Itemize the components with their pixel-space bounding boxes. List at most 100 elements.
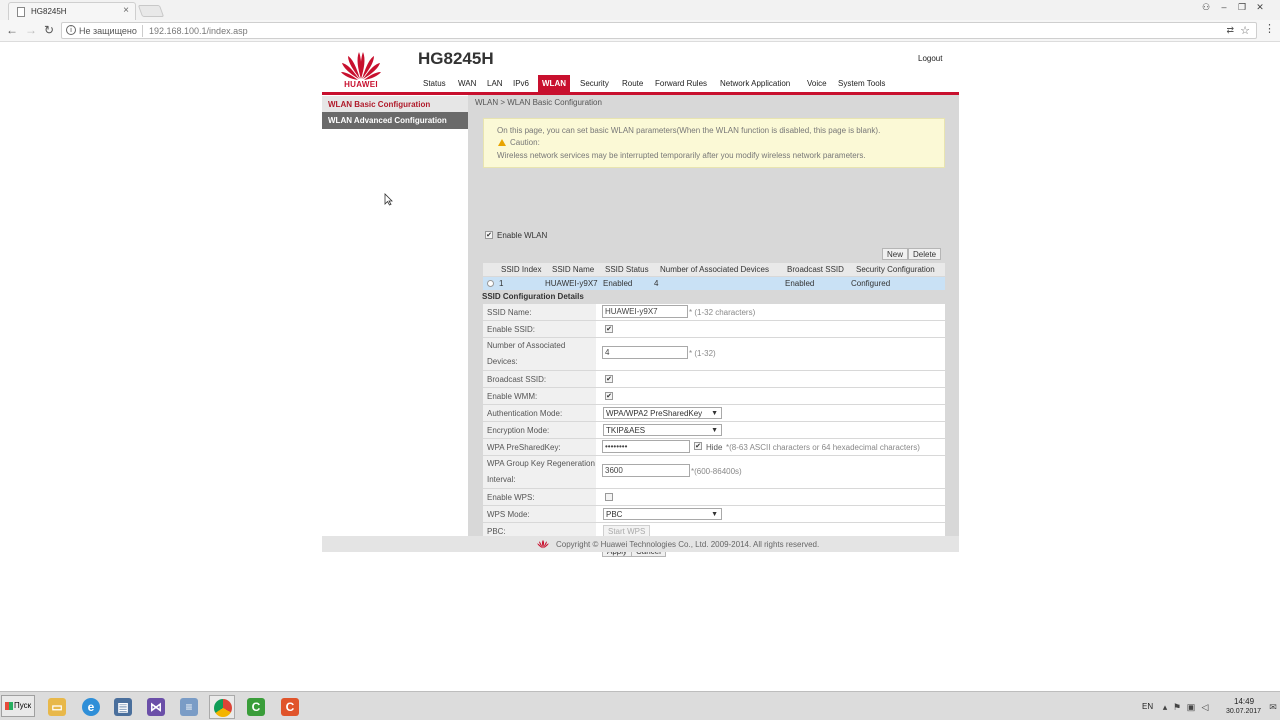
clock-date[interactable]: 30.07.2017 xyxy=(1226,708,1261,715)
camtasia-green-icon[interactable]: C xyxy=(243,695,269,719)
enc-mode-label: Encryption Mode: xyxy=(483,422,596,438)
chrome-icon[interactable] xyxy=(209,695,235,719)
nav-voice[interactable]: Voice xyxy=(807,79,827,88)
ssid-name-label: SSID Name: xyxy=(483,304,596,320)
tray-arrow-icon[interactable]: ▴ xyxy=(1160,702,1170,712)
bookmark-star-icon[interactable]: ☆ xyxy=(1240,24,1250,37)
internet-explorer-icon[interactable]: e xyxy=(78,695,104,719)
enc-mode-select[interactable]: TKIP&AES ▼ xyxy=(603,424,722,436)
regen-interval-input[interactable]: 3600 xyxy=(602,464,690,477)
caution-line: Caution: xyxy=(498,138,540,147)
sidebar-item-wlan-advanced[interactable]: WLAN Advanced Configuration xyxy=(322,112,468,129)
wps-mode-value: PBC xyxy=(606,510,623,519)
logout-link[interactable]: Logout xyxy=(918,54,942,63)
psk-hide-checkbox[interactable]: ✔ xyxy=(694,442,702,450)
cell-ssid-index: 1 xyxy=(499,279,504,288)
psk-input[interactable]: •••••••• xyxy=(602,440,690,453)
browser-toolbar: ← → ↻ i Не защищено 192.168.100.1/index.… xyxy=(0,20,1280,42)
nav-wlan[interactable]: WLAN xyxy=(538,75,570,93)
cell-broadcast-ssid: Enabled xyxy=(785,279,815,288)
translate-icon[interactable]: ⇄ xyxy=(1226,25,1234,36)
sidebar-item-wlan-basic[interactable]: WLAN Basic Configuration xyxy=(322,96,468,113)
ssid-name-input[interactable]: HUAWEI-y9X7 xyxy=(602,305,688,318)
nav-security[interactable]: Security xyxy=(580,79,609,88)
nav-wan[interactable]: WAN xyxy=(458,79,476,88)
chevron-down-icon: ▼ xyxy=(711,410,718,417)
network-computer-icon[interactable]: ▤ xyxy=(110,695,136,719)
ssid-config-form: SSID Name: HUAWEI-y9X7 * (1-32 character… xyxy=(483,304,945,564)
nav-lan[interactable]: LAN xyxy=(487,79,503,88)
page-footer: Copyright © Huawei Technologies Co., Ltd… xyxy=(322,536,959,552)
windows-logo-icon xyxy=(5,702,13,710)
visual-studio-icon[interactable]: ⋈ xyxy=(143,695,169,719)
form-row-psk: WPA PreSharedKey: •••••••• ✔ Hide *(8-63… xyxy=(483,439,945,455)
regen-label-line1: WPA Group Key Regeneration xyxy=(487,459,595,468)
maximize-icon[interactable]: ❐ xyxy=(1234,1,1250,13)
start-button[interactable]: Пуск xyxy=(1,695,35,717)
camtasia-orange-icon[interactable]: C xyxy=(277,695,303,719)
window-close-icon[interactable]: ✕ xyxy=(1252,1,1268,13)
new-tab-button[interactable] xyxy=(137,5,165,17)
language-indicator[interactable]: EN xyxy=(1142,702,1153,711)
clock-time[interactable]: 14:49 xyxy=(1234,697,1254,706)
assoc-devices-input[interactable]: 4 xyxy=(602,346,688,359)
nav-ipv6[interactable]: IPv6 xyxy=(513,79,529,88)
wps-mode-select[interactable]: PBC ▼ xyxy=(603,508,722,520)
tray-volume-icon[interactable]: ◁ xyxy=(1200,702,1210,712)
broadcast-ssid-label: Broadcast SSID: xyxy=(483,371,596,387)
tray-network-icon[interactable]: ▣ xyxy=(1186,702,1196,712)
document-icon[interactable]: ≡ xyxy=(176,695,202,719)
url-text[interactable]: 192.168.100.1/index.asp xyxy=(149,26,248,36)
enable-ssid-label: Enable SSID: xyxy=(483,321,596,337)
broadcast-ssid-checkbox[interactable]: ✔ xyxy=(605,375,613,383)
tray-flag-icon[interactable]: ⚑ xyxy=(1172,702,1182,712)
caution-text: Wireless network services may be interru… xyxy=(497,151,866,160)
wps-mode-label: WPS Mode: xyxy=(483,506,596,522)
nav-network-application[interactable]: Network Application xyxy=(720,79,790,88)
auth-mode-select[interactable]: WPA/WPA2 PreSharedKey ▼ xyxy=(603,407,722,419)
table-row[interactable]: 1 HUAWEI-y9X7 Enabled 4 Enabled Configur… xyxy=(483,277,945,290)
model-title: HG8245H xyxy=(418,49,494,68)
huawei-small-logo-icon xyxy=(537,540,549,549)
browser-menu-icon[interactable]: ⋮ xyxy=(1264,22,1275,35)
copyright-text: Copyright © Huawei Technologies Co., Ltd… xyxy=(556,540,820,549)
form-row-enc-mode: Encryption Mode: TKIP&AES ▼ xyxy=(483,422,945,438)
address-divider xyxy=(142,25,143,37)
regen-label-line2: Interval: xyxy=(487,475,516,484)
browser-tab[interactable]: HG8245H × xyxy=(8,2,136,20)
nav-route[interactable]: Route xyxy=(622,79,643,88)
enable-wlan-checkbox[interactable]: ✔ xyxy=(485,231,493,239)
form-row-wps-mode: WPS Mode: PBC ▼ xyxy=(483,506,945,522)
back-icon[interactable]: ← xyxy=(5,23,19,37)
enable-wps-checkbox[interactable] xyxy=(605,493,613,501)
reload-icon[interactable]: ↻ xyxy=(42,23,56,37)
tab-close-icon[interactable]: × xyxy=(123,5,129,16)
psk-label: WPA PreSharedKey: xyxy=(483,439,596,455)
row-select-radio[interactable] xyxy=(487,280,494,287)
user-icon[interactable]: ⚇ xyxy=(1198,1,1214,13)
enable-ssid-checkbox[interactable]: ✔ xyxy=(605,325,613,333)
sidebar: WLAN Basic Configuration WLAN Advanced C… xyxy=(322,95,468,536)
nav-forward-rules[interactable]: Forward Rules xyxy=(655,79,707,88)
minimize-icon[interactable]: – xyxy=(1216,1,1232,13)
form-row-regen-interval: WPA Group Key Regeneration Interval: 360… xyxy=(483,456,945,488)
address-bar[interactable]: i Не защищено 192.168.100.1/index.asp ⇄ … xyxy=(61,22,1257,39)
form-row-broadcast-ssid: Broadcast SSID: ✔ xyxy=(483,371,945,387)
forward-icon[interactable]: → xyxy=(24,23,38,37)
enable-wmm-checkbox[interactable]: ✔ xyxy=(605,392,613,400)
file-explorer-icon[interactable]: ▭ xyxy=(44,695,70,719)
cell-assoc-devices: 4 xyxy=(654,279,659,288)
nav-status[interactable]: Status xyxy=(423,79,446,88)
delete-button[interactable]: Delete xyxy=(908,248,942,260)
taskbar: Пуск ▭ e ▤ ⋈ ≡ C C EN ▴ ⚑ ▣ ◁ 14:49 30.0… xyxy=(0,691,1280,720)
notification-icon[interactable]: ✉ xyxy=(1268,702,1278,712)
caution-label: Caution: xyxy=(510,138,540,147)
details-title: SSID Configuration Details xyxy=(482,292,584,301)
system-tray: EN ▴ ⚑ ▣ ◁ 14:49 30.07.2017 ✉ xyxy=(1140,692,1280,721)
enable-wmm-label: Enable WMM: xyxy=(483,388,596,404)
regen-interval-hint: *(600-86400s) xyxy=(691,467,742,476)
nav-system-tools[interactable]: System Tools xyxy=(838,79,885,88)
info-box: On this page, you can set basic WLAN par… xyxy=(483,118,945,168)
new-button[interactable]: New xyxy=(882,248,909,260)
info-icon[interactable]: i xyxy=(66,25,76,35)
